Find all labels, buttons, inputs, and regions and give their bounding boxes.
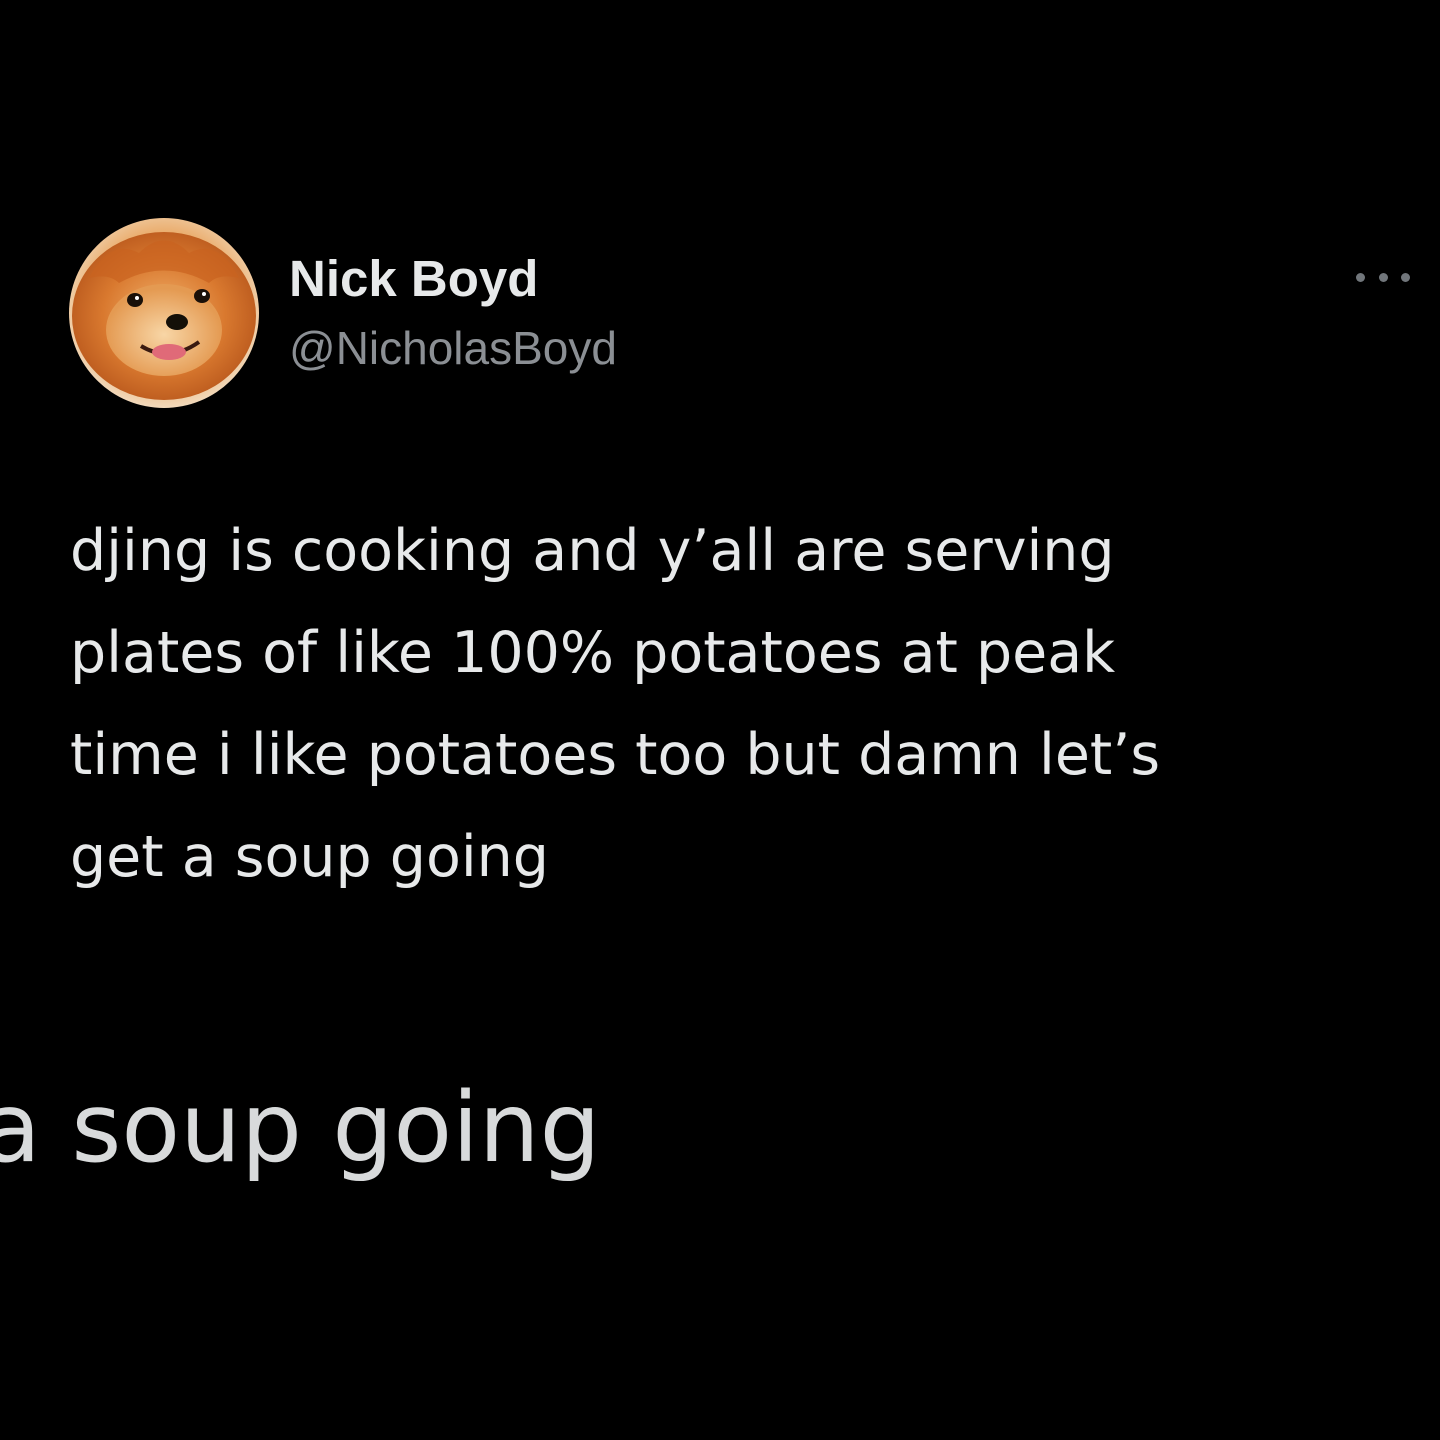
tweet-line: get a soup going <box>70 824 549 890</box>
tweet-line: plates of like 100% potatoes at peak <box>70 620 1116 686</box>
avatar[interactable] <box>69 218 259 408</box>
more-dot <box>1401 272 1410 282</box>
more-dot <box>1356 272 1365 282</box>
overlay-caption: a soup going <box>0 1072 601 1184</box>
tweet-screenshot: Nick Boyd @NicholasBoyd djing is cooking… <box>0 0 1440 1440</box>
more-dot <box>1378 272 1388 282</box>
tweet-line: djing is cooking and y’all are serving <box>70 518 1115 584</box>
pomeranian-avatar-icon <box>69 218 259 408</box>
author-name[interactable]: Nick Boyd <box>289 249 538 309</box>
author-handle[interactable]: @NicholasBoyd <box>289 319 617 377</box>
tweet-line: time i like potatoes too but damn let’s <box>70 722 1161 788</box>
more-options-icon[interactable] <box>1356 262 1410 292</box>
tweet-text: djing is cooking and y’all are serving p… <box>70 500 1420 908</box>
